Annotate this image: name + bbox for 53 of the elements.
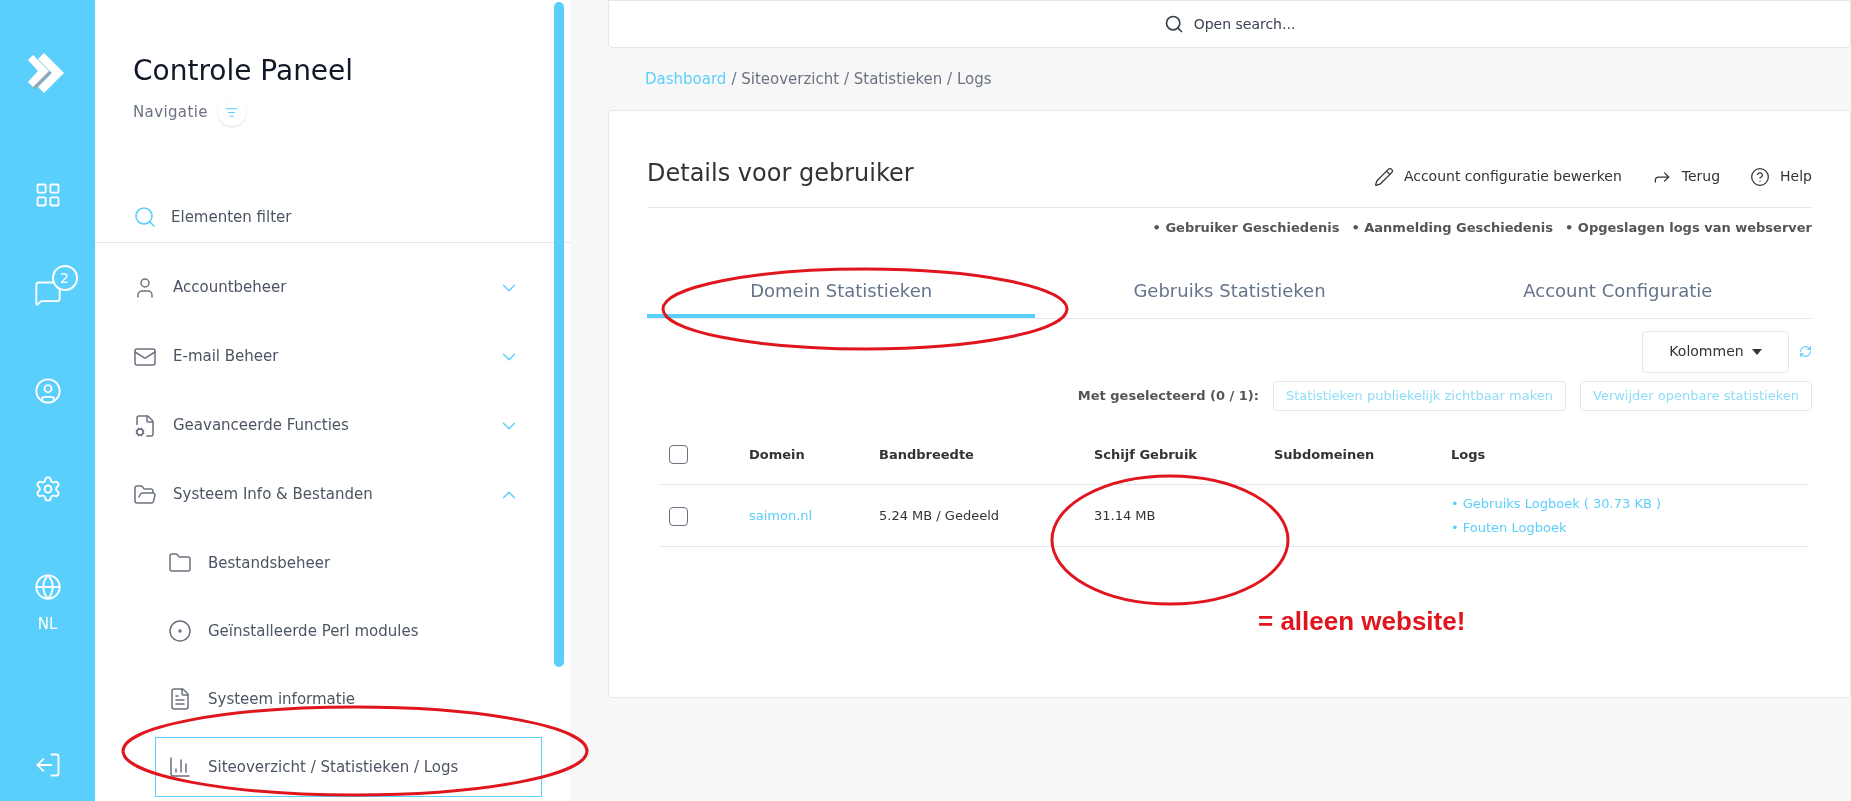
notification-badge: 2: [51, 265, 78, 291]
card-title: Details voor gebruiker: [647, 158, 915, 189]
nav-subitem[interactable]: Siteoverzicht / Statistieken / Logs: [155, 737, 542, 797]
folder-icon: [168, 551, 192, 575]
annotation-text: = alleen website!: [1258, 605, 1466, 638]
sort-button[interactable]: [217, 98, 246, 126]
caret-icon: [1751, 348, 1762, 355]
column-header: Logs: [1451, 424, 1809, 485]
action-link[interactable]: Help: [1750, 166, 1812, 187]
columns-dropdown[interactable]: Kolommen: [1642, 330, 1789, 373]
checkbox[interactable]: [669, 445, 688, 465]
tab[interactable]: Domein Statistieken: [647, 267, 1036, 318]
filter-field[interactable]: Elementen filter: [171, 205, 471, 229]
nav-item[interactable]: Accountbeheer: [95, 253, 570, 322]
nav-subitem[interactable]: Bestandsbeheer: [155, 533, 542, 593]
column-header: Domein: [749, 424, 879, 485]
search-icon: [133, 205, 157, 229]
action-link[interactable]: Account configuratie bewerken: [1373, 166, 1622, 187]
column-header: Subdomeinen: [1274, 424, 1451, 485]
checkbox[interactable]: [669, 506, 688, 526]
column-header: Schijf Gebruik: [1094, 424, 1274, 485]
table-cell: 31.14 MB: [1094, 507, 1156, 523]
help-icon: [1750, 166, 1771, 187]
column-header: Bandbreedte: [879, 424, 1094, 485]
circle-icon: [168, 619, 192, 643]
nav-item[interactable]: Geavanceerde Functies: [95, 391, 570, 460]
history-link[interactable]: • Gebruiker Geschiedenis: [1152, 218, 1340, 238]
sidebar-title: Controle Paneel: [133, 53, 355, 89]
bar-chart-icon: [168, 755, 192, 779]
sidebar-subtitle: Navigatie: [133, 101, 208, 123]
search-bar[interactable]: Open search...: [608, 0, 1851, 48]
profile-icon[interactable]: [33, 377, 62, 405]
nav-item[interactable]: E-mail Beheer: [95, 322, 570, 391]
selection-count: Met geselecteerd (0 / 1):: [1077, 386, 1259, 405]
language-icon[interactable]: [33, 573, 62, 601]
table-cell: 5.24 MB / Gedeeld: [879, 507, 1000, 523]
sort-icon: [225, 105, 239, 119]
document-gear-icon: [133, 413, 157, 438]
tab[interactable]: Account Configuratie: [1423, 267, 1812, 318]
action-link[interactable]: Terug: [1651, 166, 1721, 187]
nav-subitem[interactable]: Geïnstalleerde Perl modules: [155, 601, 542, 661]
refresh-icon[interactable]: [1799, 345, 1812, 358]
search-icon: [1163, 14, 1184, 34]
folder-icon: [133, 482, 157, 507]
nav-subitem[interactable]: Systeem informatie: [155, 669, 542, 729]
breadcrumb-path: / Siteoverzicht / Statistieken / Logs: [731, 68, 992, 90]
tab[interactable]: Gebruiks Statistieken: [1035, 267, 1424, 318]
nav-item[interactable]: Systeem Info & Bestanden: [95, 460, 570, 529]
history-link[interactable]: • Aanmelding Geschiedenis: [1351, 218, 1554, 238]
messages-icon[interactable]: [33, 279, 62, 307]
history-link[interactable]: • Opgeslagen logs van webserver: [1565, 218, 1812, 238]
pencil-icon: [1373, 166, 1394, 187]
document-icon: [168, 687, 192, 711]
